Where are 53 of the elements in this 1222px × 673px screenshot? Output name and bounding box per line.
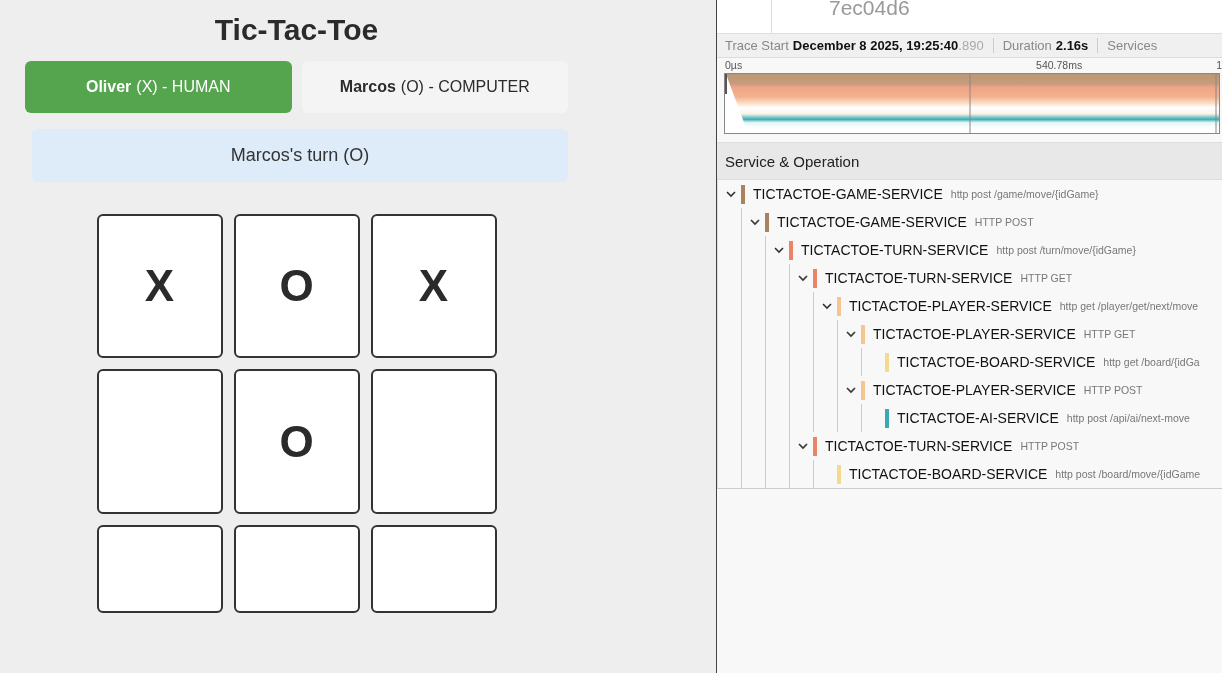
operation-name: http post /board/move/{idGame [1055,468,1201,480]
chevron-down-icon[interactable] [845,384,857,396]
chevron-down-icon[interactable] [845,328,857,340]
service-name[interactable]: TICTACTOE-AI-SERVICE [897,410,1059,426]
game-title: Tic-Tac-Toe [214,13,379,47]
trace-id: 7ec04d6 [829,0,910,21]
service-name[interactable]: TICTACTOE-PLAYER-SERVICE [873,382,1076,398]
chevron-down-icon[interactable] [749,216,761,228]
timeline-tick-label: 1 [1216,59,1222,73]
summary-value-fraction: .890 [958,38,984,53]
operation-name: http post /api/ai/next-move [1066,412,1190,424]
service-name[interactable]: TICTACTOE-PLAYER-SERVICE [849,298,1052,314]
operation-name: http post /game/move/{idGame} [950,188,1099,200]
board-cell[interactable] [233,525,360,613]
board-cell[interactable] [96,525,223,613]
chevron-down-icon[interactable] [797,272,809,284]
player-tab[interactable]: Marcos (O) - COMPUTER [301,61,568,113]
operation-name: http post /turn/move/{idGame} [996,244,1136,256]
board-cell[interactable]: X [370,214,497,358]
board-cell[interactable]: X [96,214,223,358]
chevron-down-icon[interactable] [821,300,833,312]
turn-banner: Marcos's turn (O) [32,129,568,182]
service-name[interactable]: TICTACTOE-TURN-SERVICE [825,270,1013,286]
tree-header: Service & Operation [717,142,1222,180]
timeline-tick-label: 540.78ms [1036,59,1083,73]
board-cell[interactable] [370,525,497,613]
operation-name: HTTP POST [974,216,1034,228]
summary-label: Duration [1002,38,1052,53]
operation-name: HTTP POST [1083,384,1143,396]
operation-name: HTTP POST [1020,440,1080,452]
board-cell[interactable]: O [233,369,360,514]
summary-value: December 8 2025, 19:25:40 [792,38,959,53]
operation-name: HTTP GET [1083,328,1136,340]
summary-label: Services [1107,38,1158,53]
chevron-down-icon[interactable] [797,440,809,452]
board-cell[interactable] [96,369,223,514]
service-name[interactable]: TICTACTOE-TURN-SERVICE [825,438,1013,454]
board-cell[interactable] [370,369,497,514]
summary-value: 2.16s [1055,38,1089,53]
chevron-down-icon[interactable] [725,188,737,200]
summary-label: Trace Start [725,38,789,53]
service-name[interactable]: TICTACTOE-BOARD-SERVICE [849,466,1048,482]
board-cell[interactable]: O [233,214,360,358]
service-name[interactable]: TICTACTOE-BOARD-SERVICE [897,354,1096,370]
service-name[interactable]: TICTACTOE-GAME-SERVICE [777,214,967,230]
operation-name: HTTP GET [1020,272,1073,284]
timeline-tick-label: 0µs [725,59,743,73]
operation-name: http get /board/{idGa [1103,356,1200,368]
operation-name: http get /player/get/next/move [1059,300,1199,312]
service-name[interactable]: TICTACTOE-GAME-SERVICE [753,186,943,202]
chevron-down-icon[interactable] [773,244,785,256]
service-name[interactable]: TICTACTOE-PLAYER-SERVICE [873,326,1076,342]
service-name[interactable]: TICTACTOE-TURN-SERVICE [801,242,989,258]
